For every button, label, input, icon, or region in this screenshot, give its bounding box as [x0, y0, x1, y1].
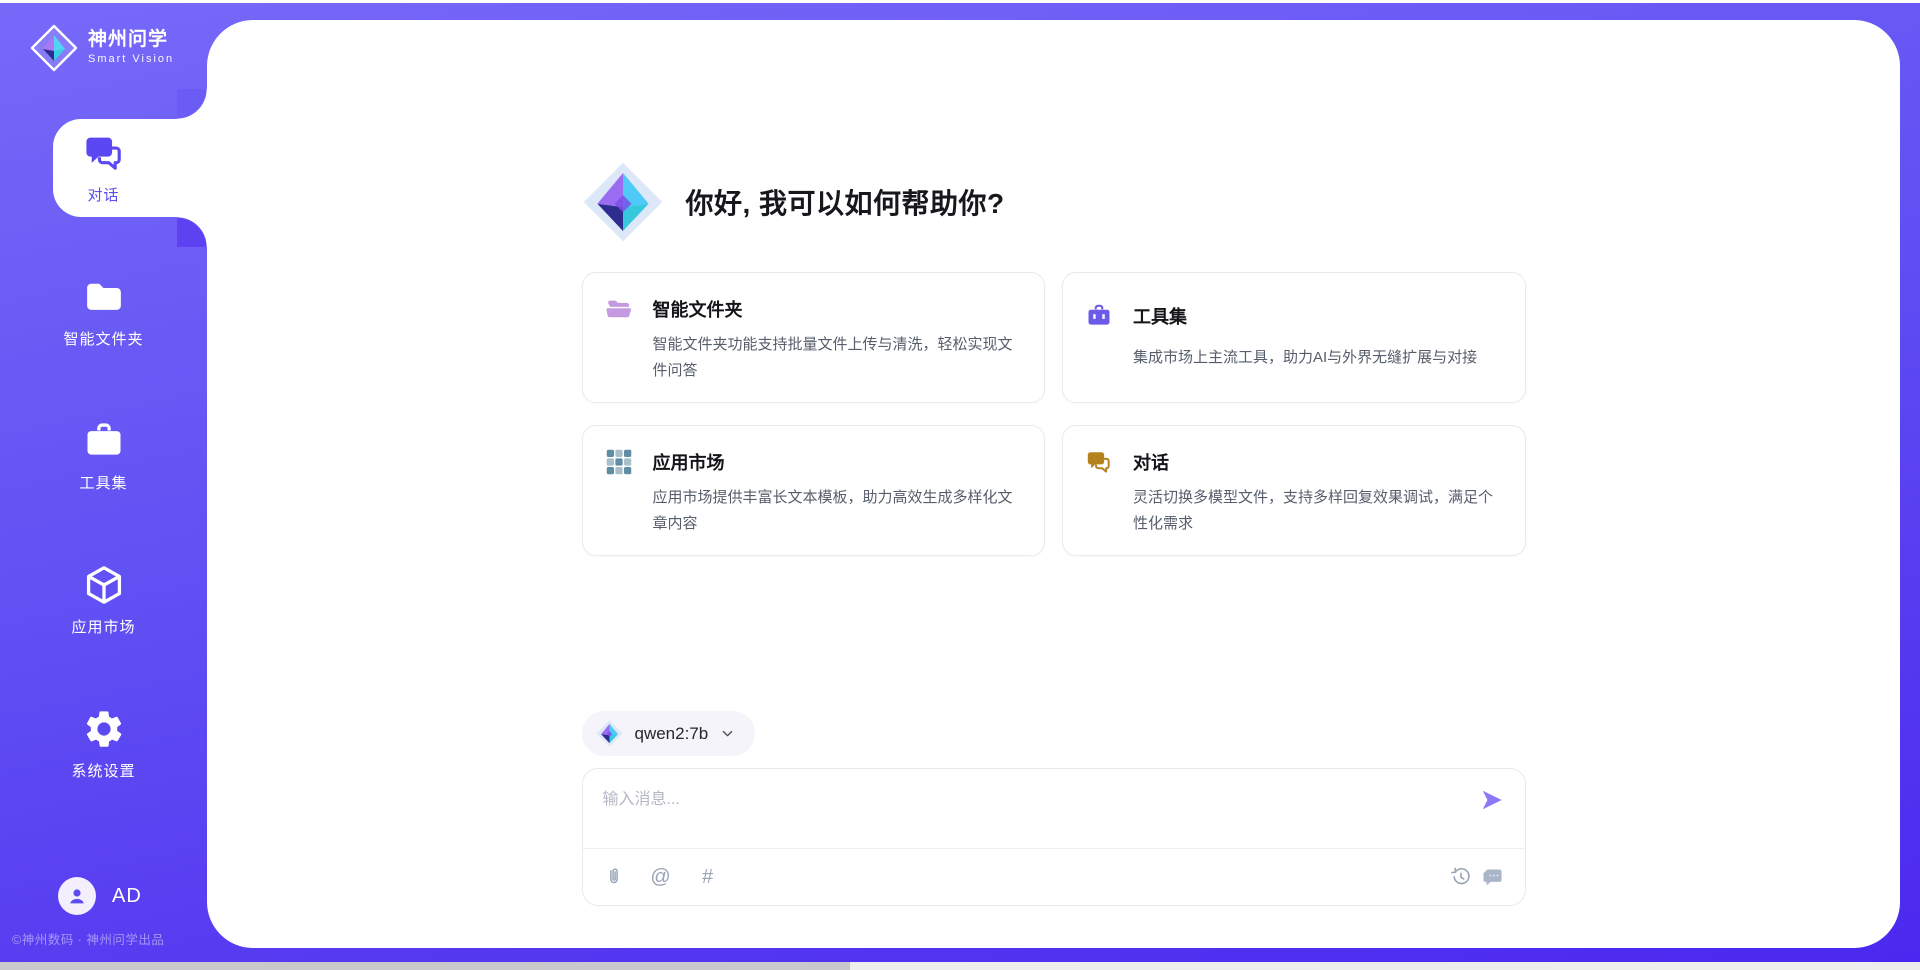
card-app-market[interactable]: 应用市场 应用市场提供丰富长文本模板，助力高效生成多样化文章内容	[582, 425, 1046, 556]
sidebar-item-toolset[interactable]: 工具集	[0, 407, 207, 505]
brand: 神州问学 Smart Vision	[0, 3, 207, 75]
card-description: 应用市场提供丰富长文本模板，助力高效生成多样化文章内容	[653, 485, 1023, 537]
card-chat[interactable]: 对话 灵活切换多模型文件，支持多样回复效果调试，满足个性化需求	[1062, 425, 1526, 556]
gear-icon	[82, 707, 126, 751]
chevron-down-icon	[720, 726, 735, 741]
model-logo-icon	[596, 719, 623, 748]
history-button[interactable]	[1449, 865, 1473, 889]
feature-cards: 智能文件夹 智能文件夹功能支持批量文件上传与清洗，轻松实现文件问答 工具集 集成…	[582, 272, 1526, 556]
card-toolset[interactable]: 工具集 集成市场上主流工具，助力AI与外界无缝扩展与对接	[1062, 272, 1526, 403]
sidebar-item-smart-folder[interactable]: 智能文件夹	[0, 263, 207, 361]
hash-icon: #	[702, 867, 713, 887]
sidebar-item-label: 对话	[87, 184, 119, 205]
cube-icon	[82, 563, 126, 607]
greeting-text: 你好, 我可以如何帮助你?	[686, 182, 1005, 222]
user-menu[interactable]: AD	[58, 877, 207, 915]
selected-model-name: qwen2:7b	[635, 724, 709, 744]
message-composer: @ #	[582, 768, 1526, 906]
grid-icon	[605, 448, 633, 476]
attach-file-button[interactable]	[603, 866, 625, 888]
message-input[interactable]	[603, 785, 1479, 848]
topic-button[interactable]: #	[697, 866, 719, 888]
send-button[interactable]	[1479, 787, 1505, 813]
history-icon	[1449, 865, 1473, 889]
briefcase-icon	[1085, 302, 1113, 330]
card-title: 工具集	[1133, 303, 1503, 329]
sidebar-item-app-market[interactable]: 应用市场	[0, 551, 207, 649]
card-title: 智能文件夹	[653, 296, 1023, 322]
briefcase-icon	[82, 419, 126, 463]
person-icon	[65, 884, 89, 908]
sidebar-nav: 对话 智能文件夹 工具集 应用市场 系统设置	[0, 119, 207, 839]
send-icon	[1479, 787, 1505, 813]
scrollbar-thumb[interactable]	[0, 962, 850, 970]
horizontal-scrollbar[interactable]	[0, 962, 1920, 970]
sidebar: 神州问学 Smart Vision 对话 智能文件夹 工具集 应用市场	[0, 3, 207, 962]
folder-open-icon	[605, 295, 633, 323]
app-window: 神州问学 Smart Vision 对话 智能文件夹 工具集 应用市场	[0, 3, 1920, 962]
sidebar-item-label: 应用市场	[71, 616, 135, 637]
sidebar-item-chat[interactable]: 对话	[0, 119, 207, 217]
chat-icon	[82, 131, 126, 175]
paperclip-icon	[603, 866, 625, 888]
sidebar-item-settings[interactable]: 系统设置	[0, 695, 207, 793]
user-name: AD	[112, 885, 142, 908]
card-description: 灵活切换多模型文件，支持多样回复效果调试，满足个性化需求	[1133, 485, 1503, 537]
window-top-edge	[0, 0, 1920, 3]
comment-icon	[1481, 865, 1505, 889]
assistant-logo-icon	[582, 158, 664, 246]
model-selector[interactable]: qwen2:7b	[582, 711, 756, 756]
copyright-text: ©神州数码 · 神州问学出品	[12, 929, 207, 948]
card-smart-folder[interactable]: 智能文件夹 智能文件夹功能支持批量文件上传与清洗，轻松实现文件问答	[582, 272, 1046, 403]
card-title: 对话	[1133, 449, 1503, 475]
brand-logo-icon	[30, 23, 78, 73]
conversations-button[interactable]	[1481, 865, 1505, 889]
main-panel: 你好, 我可以如何帮助你? 智能文件夹 智能文件夹功能支持批量文件上传与清洗，轻…	[207, 20, 1900, 948]
brand-subtitle: Smart Vision	[88, 53, 174, 65]
brand-name: 神州问学	[88, 30, 174, 51]
sidebar-item-label: 智能文件夹	[63, 328, 143, 349]
card-description: 集成市场上主流工具，助力AI与外界无缝扩展与对接	[1133, 345, 1503, 384]
greeting: 你好, 我可以如何帮助你?	[582, 158, 1526, 246]
at-icon: @	[650, 867, 670, 887]
folder-icon	[82, 275, 126, 319]
chat-icon	[1085, 448, 1113, 476]
active-tab-background	[53, 119, 207, 217]
avatar	[58, 877, 96, 915]
mention-button[interactable]: @	[650, 866, 672, 888]
sidebar-item-label: 系统设置	[71, 760, 135, 781]
card-description: 智能文件夹功能支持批量文件上传与清洗，轻松实现文件问答	[653, 332, 1023, 384]
card-title: 应用市场	[653, 449, 1023, 475]
composer-area: qwen2:7b @ #	[582, 711, 1526, 948]
sidebar-item-label: 工具集	[79, 472, 127, 493]
